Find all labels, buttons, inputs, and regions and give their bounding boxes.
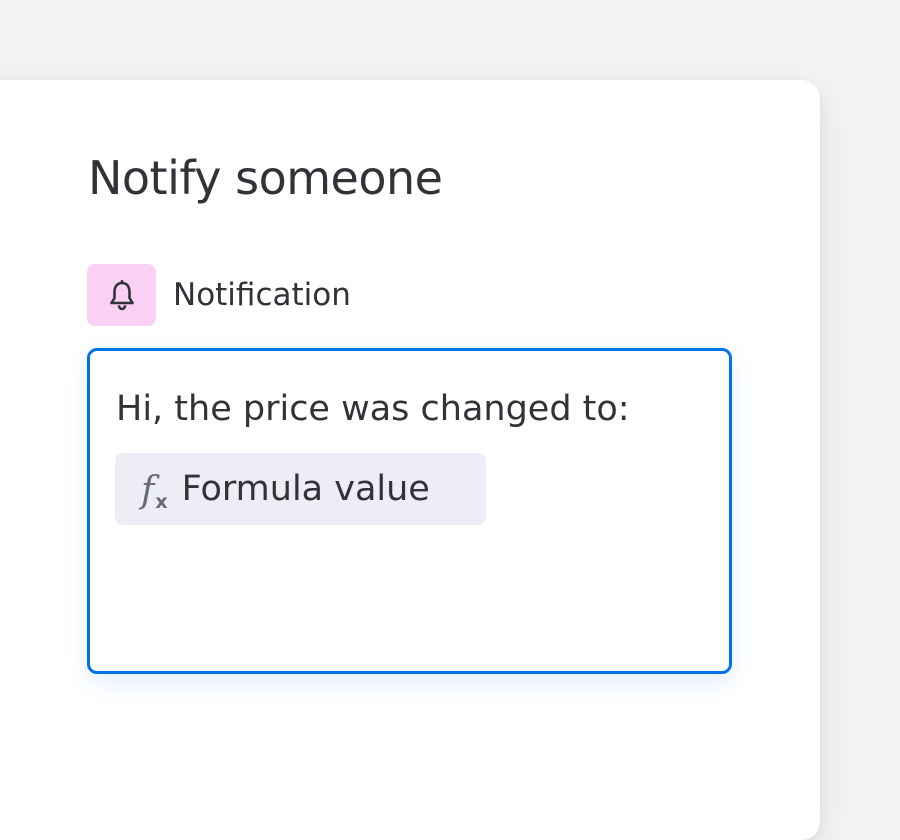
notification-label: Notification: [173, 277, 351, 313]
formula-icon: fx: [141, 470, 168, 513]
notification-section: Notification: [87, 264, 351, 326]
formula-value-label: Formula value: [181, 469, 430, 509]
formula-value-chip[interactable]: fx Formula value: [115, 453, 486, 525]
message-editor[interactable]: Hi, the price was changed to: fx Formula…: [87, 348, 732, 674]
bell-icon: [87, 264, 156, 326]
message-text[interactable]: Hi, the price was changed to:: [116, 389, 630, 429]
dialog-title: Notify someone: [88, 151, 443, 205]
